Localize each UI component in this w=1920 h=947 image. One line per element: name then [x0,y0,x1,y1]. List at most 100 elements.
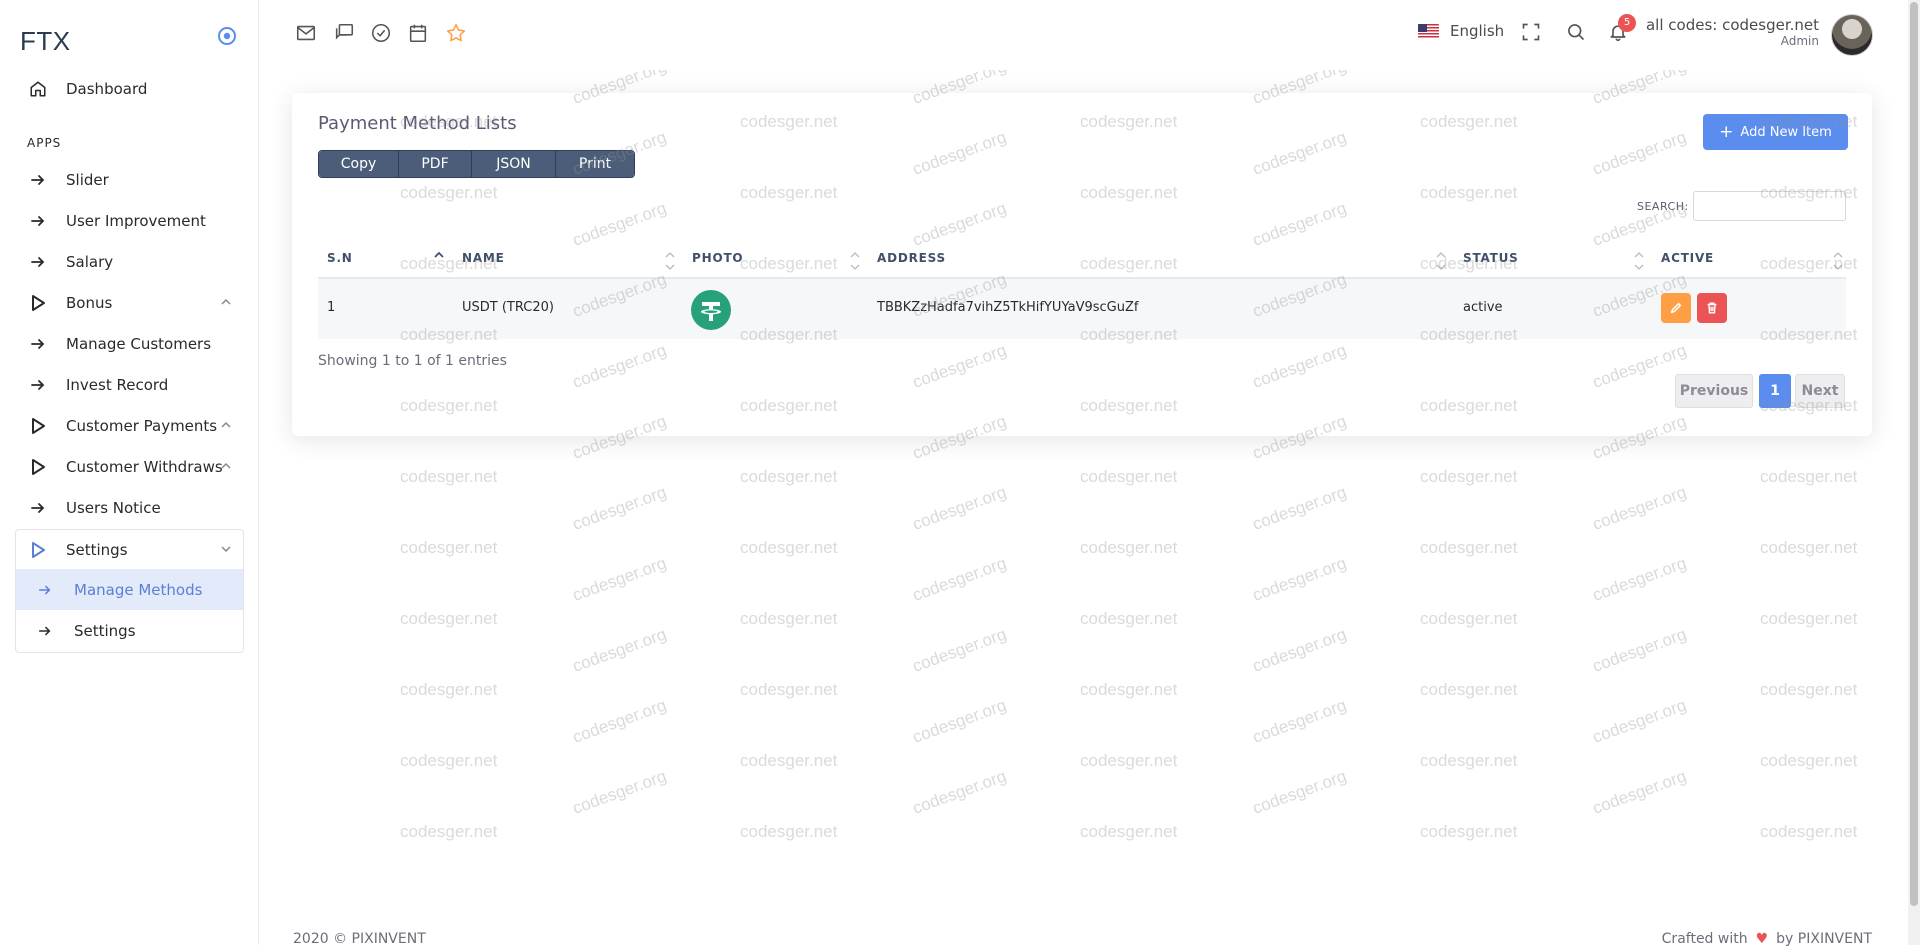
sidebar-item-settings[interactable]: Settings [15,529,244,570]
watermark-text: codesger.org [910,695,1009,747]
mail-icon[interactable] [295,22,317,44]
search-input[interactable] [1693,191,1846,221]
sidebar: FTX Dashboard APPS Slider User Improveme… [0,0,259,945]
star-icon[interactable] [445,22,467,44]
arrow-right-icon [28,211,48,231]
arrow-right-icon [28,252,48,272]
edit-button[interactable] [1661,293,1691,323]
sidebar-subitem-label: Manage Methods [74,580,203,599]
column-header-sn[interactable]: S.N [327,251,353,265]
search-label: SEARCH: [1637,200,1689,213]
sidebar-item-dashboard[interactable]: Dashboard [15,68,244,109]
sidebar-item-user-improvement[interactable]: User Improvement [15,200,244,241]
brand-logo[interactable]: FTX [20,26,71,57]
sidebar-item-manage-customers[interactable]: Manage Customers [15,323,244,364]
sort-icon[interactable] [850,250,860,272]
play-icon [28,293,48,313]
pdf-button[interactable]: PDF [399,151,472,177]
sidebar-subitem-label: Settings [74,621,136,640]
column-header-address[interactable]: ADDRESS [877,251,946,265]
chat-icon[interactable] [333,22,355,44]
scrollbar[interactable] [1908,0,1920,945]
avatar[interactable] [1831,14,1873,56]
column-header-status[interactable]: STATUS [1463,251,1519,265]
watermark-text: codesger.net [1420,751,1518,770]
watermark-text: codesger.net [400,538,498,557]
check-circle-icon[interactable] [370,22,392,44]
watermark-text: codesger.org [570,695,669,747]
pagination-next[interactable]: Next [1795,374,1845,408]
sidebar-item-label: Slider [66,170,109,189]
print-button[interactable]: Print [556,151,634,177]
home-icon [28,79,48,99]
sort-asc-icon[interactable] [434,250,444,272]
pencil-icon [1670,302,1682,314]
watermark-text: codesger.net [1080,609,1178,628]
cell-status: active [1463,300,1503,315]
export-button-group: Copy PDF JSON Print [318,150,635,178]
sidebar-item-label: Customer Payments [66,416,218,435]
arrow-right-icon [38,582,54,598]
sidebar-item-slider[interactable]: Slider [15,159,244,200]
sort-icon[interactable] [1833,250,1843,272]
sidebar-item-label: Users Notice [66,498,161,517]
cell-name: USDT (TRC20) [462,300,554,315]
watermark-text: codesger.net [1080,680,1178,699]
json-button[interactable]: JSON [472,151,556,177]
sort-icon[interactable] [665,250,675,272]
watermark-text: codesger.net [740,609,838,628]
table-info: Showing 1 to 1 of 1 entries [318,353,507,369]
watermark-text: codesger.net [740,680,838,699]
cell-address: TBBKZzHadfa7vihZ5TkHifYUYaV9scGuZf [877,300,1139,315]
watermark-text: codesger.net [1420,538,1518,557]
watermark-text: codesger.net [740,467,838,486]
sidebar-item-label: Invest Record [66,375,169,394]
sidebar-item-bonus[interactable]: Bonus [15,282,244,323]
sidebar-item-customer-withdraws[interactable]: Customer Withdraws [15,446,244,487]
chevron-down-icon [220,543,232,555]
watermark-text: codesger.org [570,553,669,605]
add-new-item-button[interactable]: + Add New Item [1703,114,1848,150]
delete-button[interactable] [1697,293,1727,323]
calendar-icon[interactable] [407,22,429,44]
user-name[interactable]: all codes: codesger.net [1646,16,1819,34]
notification-badge: 5 [1618,14,1636,32]
watermark-text: codesger.net [1760,538,1858,557]
pagination-page-1[interactable]: 1 [1759,374,1791,408]
watermark-text: codesger.net [1420,680,1518,699]
column-header-name[interactable]: NAME [462,251,505,265]
sort-icon[interactable] [1634,250,1644,272]
trash-icon [1707,302,1717,314]
sidebar-item-label: User Improvement [66,211,206,230]
language-selector[interactable]: English [1418,22,1504,40]
sidebar-item-salary[interactable]: Salary [15,241,244,282]
pagination-previous[interactable]: Previous [1675,374,1753,408]
watermark-text: codesger.net [1760,680,1858,699]
sidebar-item-users-notice[interactable]: Users Notice [15,487,244,528]
watermark-text: codesger.org [1250,695,1349,747]
arrow-right-icon [38,623,54,639]
card-title: Payment Method Lists [318,113,517,134]
column-header-photo[interactable]: PHOTO [692,251,743,265]
arrow-right-icon [28,170,48,190]
sidebar-item-label: Settings [66,540,128,559]
watermark-text: codesger.org [910,624,1009,676]
watermark-text: codesger.org [1590,482,1689,534]
watermark-text: codesger.org [1250,624,1349,676]
column-header-active[interactable]: ACTIVE [1661,251,1714,265]
search-icon[interactable] [1566,22,1588,44]
play-icon [28,540,48,560]
sidebar-subitem-manage-methods[interactable]: Manage Methods [16,569,243,610]
arrow-right-icon [28,375,48,395]
sidebar-item-customer-payments[interactable]: Customer Payments [15,405,244,446]
fullscreen-icon[interactable] [1521,22,1543,44]
sort-icon[interactable] [1436,250,1446,272]
sidebar-subitem-settings[interactable]: Settings [16,610,243,651]
watermark-text: codesger.net [400,680,498,699]
scrollbar-thumb[interactable] [1910,2,1918,906]
copy-button[interactable]: Copy [319,151,399,177]
sidebar-item-invest-record[interactable]: Invest Record [15,364,244,405]
sidebar-toggle-icon[interactable] [217,26,237,46]
arrow-right-icon [28,498,48,518]
watermark-text: codesger.net [1080,538,1178,557]
